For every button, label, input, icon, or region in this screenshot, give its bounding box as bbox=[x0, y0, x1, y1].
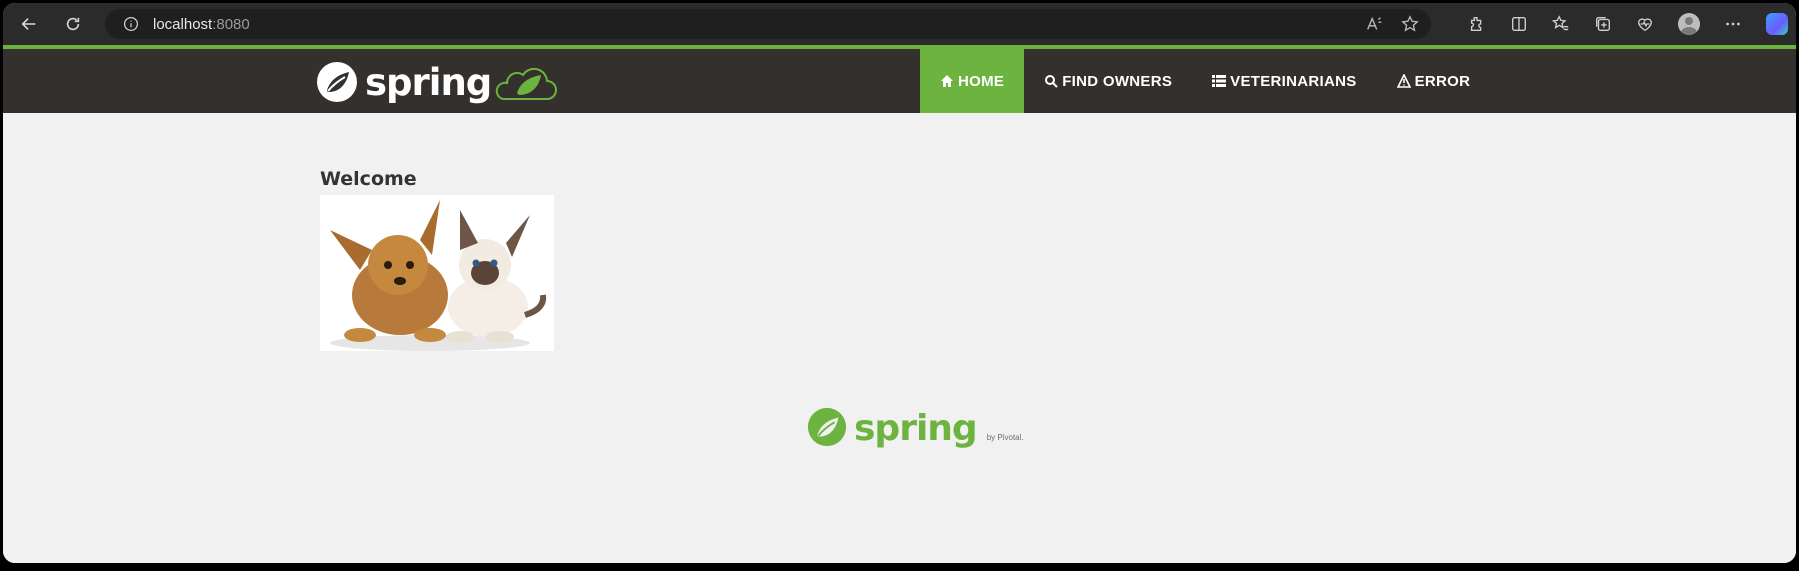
search-icon bbox=[1045, 75, 1058, 88]
nav-home[interactable]: HOME bbox=[920, 49, 1025, 113]
profile-avatar[interactable] bbox=[1678, 13, 1700, 35]
reload-icon bbox=[66, 17, 80, 31]
split-screen-icon[interactable] bbox=[1510, 15, 1528, 33]
nav-veterinarians[interactable]: VETERINARIANS bbox=[1192, 49, 1376, 113]
site-navbar: spring HOME FIND OWNERS VETERINARIANS ER bbox=[3, 49, 1796, 113]
address-bar[interactable]: localhost:8080 bbox=[105, 9, 1431, 39]
main-menu: HOME FIND OWNERS VETERINARIANS ERROR bbox=[920, 49, 1490, 113]
footer-spring-logo: spring by Pivotal. bbox=[806, 406, 1024, 448]
health-icon[interactable] bbox=[1636, 15, 1654, 33]
back-arrow-icon bbox=[21, 18, 36, 30]
page-title: Welcome bbox=[320, 168, 417, 190]
list-icon bbox=[1212, 75, 1227, 87]
back-button[interactable] bbox=[11, 6, 47, 42]
nav-find-owners[interactable]: FIND OWNERS bbox=[1024, 49, 1192, 113]
copilot-icon[interactable] bbox=[1766, 13, 1788, 35]
home-icon bbox=[941, 75, 953, 87]
spring-leaf-icon bbox=[807, 407, 847, 447]
petclinic-cloud-icon bbox=[496, 67, 558, 100]
favorite-star-icon[interactable] bbox=[1401, 15, 1419, 33]
spring-leaf-icon bbox=[317, 62, 357, 102]
browser-toolbar: localhost:8080 bbox=[3, 3, 1796, 45]
favorites-icon[interactable] bbox=[1552, 15, 1570, 33]
collections-icon[interactable] bbox=[1594, 15, 1612, 33]
nav-error[interactable]: ERROR bbox=[1377, 49, 1491, 113]
spring-logo[interactable]: spring bbox=[315, 59, 558, 105]
site-info-icon[interactable] bbox=[123, 16, 139, 32]
browser-window: localhost:8080 spring HOME FIND OWNERS V… bbox=[3, 3, 1796, 563]
pets-image bbox=[320, 195, 554, 351]
reload-button[interactable] bbox=[55, 6, 91, 42]
main-content: Welcome spring by Pivotal. bbox=[3, 113, 1796, 563]
extensions-icon[interactable] bbox=[1468, 15, 1486, 33]
url-text: localhost:8080 bbox=[153, 15, 250, 33]
warning-icon bbox=[1396, 74, 1411, 88]
more-options-icon[interactable] bbox=[1724, 15, 1742, 33]
read-aloud-icon[interactable] bbox=[1365, 15, 1383, 33]
